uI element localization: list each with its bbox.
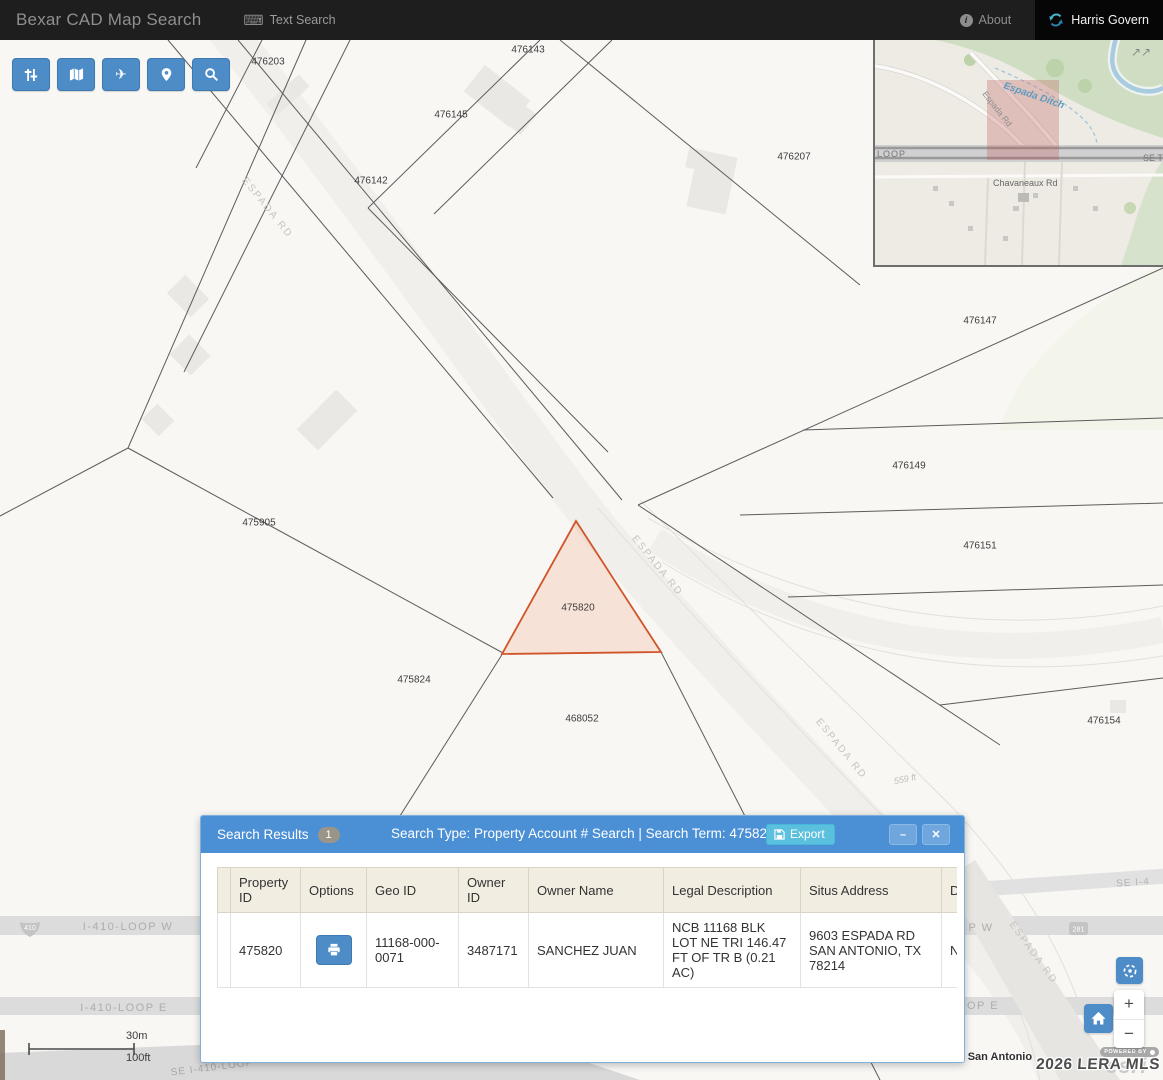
text-search-label: Text Search (270, 13, 336, 27)
zoom-in-button[interactable]: + (1114, 990, 1144, 1020)
results-table: Property ID Options Geo ID Owner ID Owne… (217, 867, 957, 988)
col-truncated[interactable]: D (942, 868, 958, 913)
plane-icon: ✈ (115, 67, 127, 83)
cell-legal-description: NCB 11168 BLK LOT NE TRI 146.47 FT OF TR… (664, 913, 801, 988)
parcel-label: 476154 (1087, 716, 1120, 727)
row-selector-cell[interactable] (218, 913, 231, 988)
map-toolbar: ✈ (12, 58, 230, 91)
text-search-button[interactable]: ⌨ Text Search (243, 12, 335, 29)
cell-situs-address: 9603 ESPADA RD SAN ANTONIO, TX 78214 (801, 913, 942, 988)
table-header-row: Property ID Options Geo ID Owner ID Owne… (218, 868, 958, 913)
fly-to-button[interactable]: ✈ (102, 58, 140, 91)
city-attribution: f San Antonio (961, 1051, 1032, 1063)
results-table-container[interactable]: Property ID Options Geo ID Owner ID Owne… (217, 867, 957, 1049)
search-results-panel: Search Results 1 Search Type: Property A… (200, 815, 965, 1063)
col-property-id[interactable]: Property ID (231, 868, 301, 913)
col-situs-address[interactable]: Situs Address (801, 868, 942, 913)
scale-metric: 30m (126, 1030, 147, 1042)
parcel-label: 476207 (777, 152, 810, 163)
layers-sliders-button[interactable] (12, 58, 50, 91)
col-owner-name[interactable]: Owner Name (529, 868, 664, 913)
overview-minimap[interactable]: Espada Ditch Espada Rd LOOP SE T Chavane… (873, 38, 1163, 267)
marker-icon (159, 67, 174, 82)
esri-dot-icon (1150, 1050, 1155, 1055)
parcel-label: 476142 (354, 176, 387, 187)
about-label: About (979, 13, 1012, 27)
about-button[interactable]: i About (960, 13, 1012, 27)
parcel-label: 476151 (963, 541, 996, 552)
sliders-icon (23, 67, 39, 83)
cell-property-id: 475820 (231, 913, 301, 988)
minimap-label-loop: LOOP (877, 149, 906, 159)
search-summary: Search Type: Property Account # Search |… (391, 826, 774, 841)
home-extent-button[interactable] (1084, 1004, 1113, 1033)
parcel-label: 468052 (565, 714, 598, 725)
export-button[interactable]: Export (766, 824, 835, 845)
search-button[interactable] (192, 58, 230, 91)
minimap-label-se-t: SE T (1143, 153, 1163, 163)
cell-truncated: N (942, 913, 958, 988)
parcel-label: 475824 (397, 675, 430, 686)
search-icon (204, 67, 219, 82)
zoom-out-button[interactable]: − (1114, 1020, 1144, 1049)
parcel-label: 476149 (892, 461, 925, 472)
print-row-button[interactable] (316, 935, 352, 965)
minimize-panel-button[interactable]: – (889, 824, 917, 845)
export-save-icon (774, 829, 785, 840)
harris-govern-logo-icon (1048, 12, 1064, 28)
cell-owner-name: SANCHEZ JUAN (529, 913, 664, 988)
map-icon (68, 67, 85, 82)
app-root: 476143 476203 476145 476142 476207 476147 4761… (0, 0, 1163, 1080)
info-icon: i (960, 14, 973, 27)
locate-crosshair-icon (1121, 962, 1139, 980)
printer-icon (327, 943, 341, 957)
road-label: I-410-LOOP W (83, 921, 174, 933)
cell-options (301, 913, 367, 988)
cell-owner-id: 3487171 (459, 913, 529, 988)
col-owner-id[interactable]: Owner ID (459, 868, 529, 913)
parcel-label: 475905 (242, 518, 275, 529)
col-options[interactable]: Options (301, 868, 367, 913)
minimap-label-chavaneaux: Chavaneaux Rd (993, 178, 1058, 188)
brand-link[interactable]: Harris Govern (1035, 0, 1163, 40)
road-label: OP E (967, 1000, 999, 1012)
parcel-label: 476145 (434, 110, 467, 121)
close-panel-button[interactable]: ✕ (922, 824, 950, 845)
location-marker-button[interactable] (147, 58, 185, 91)
panel-title: Search Results (217, 827, 309, 842)
col-legal-description[interactable]: Legal Description (664, 868, 801, 913)
road-label: I-410-LOOP E (80, 1002, 168, 1014)
mls-watermark: 2026 LERA MLS (1035, 1056, 1160, 1074)
svg-text:410: 410 (24, 925, 36, 932)
minimap-arrows-icon: ↗↗ (1131, 45, 1151, 59)
zoom-controls: + − (1114, 990, 1144, 1048)
interstate-410-shield: 410 (18, 919, 42, 943)
keyboard-icon: ⌨ (243, 12, 263, 29)
parcel-label: 475820 (561, 603, 594, 614)
us-281-shield: 281 (1068, 921, 1089, 941)
export-label: Export (790, 827, 825, 841)
road-label: P W (968, 922, 993, 934)
svg-text:281: 281 (1073, 927, 1085, 934)
cell-geo-id: 11168-000-0071 (367, 913, 459, 988)
locate-button[interactable] (1116, 957, 1143, 984)
home-icon (1090, 1010, 1107, 1027)
col-geo-id[interactable]: Geo ID (367, 868, 459, 913)
search-results-header[interactable]: Search Results 1 Search Type: Property A… (201, 816, 964, 853)
scale-imperial: 100ft (126, 1052, 150, 1064)
parcel-label: 476203 (251, 57, 284, 68)
app-header: Bexar CAD Map Search ⌨ Text Search i Abo… (0, 0, 1163, 40)
table-row[interactable]: 475820 11168-000-0071 3487171 (218, 913, 958, 988)
parcel-label: 476147 (963, 316, 996, 327)
result-count-badge: 1 (318, 827, 340, 843)
row-selector-header (218, 868, 231, 913)
app-title: Bexar CAD Map Search (16, 10, 201, 30)
scale-bar: 30m 100ft (28, 1036, 148, 1067)
parcel-label: 476143 (511, 45, 544, 56)
road-label: SE I-4 (1116, 876, 1150, 889)
brand-label: Harris Govern (1071, 13, 1149, 27)
basemap-button[interactable] (57, 58, 95, 91)
